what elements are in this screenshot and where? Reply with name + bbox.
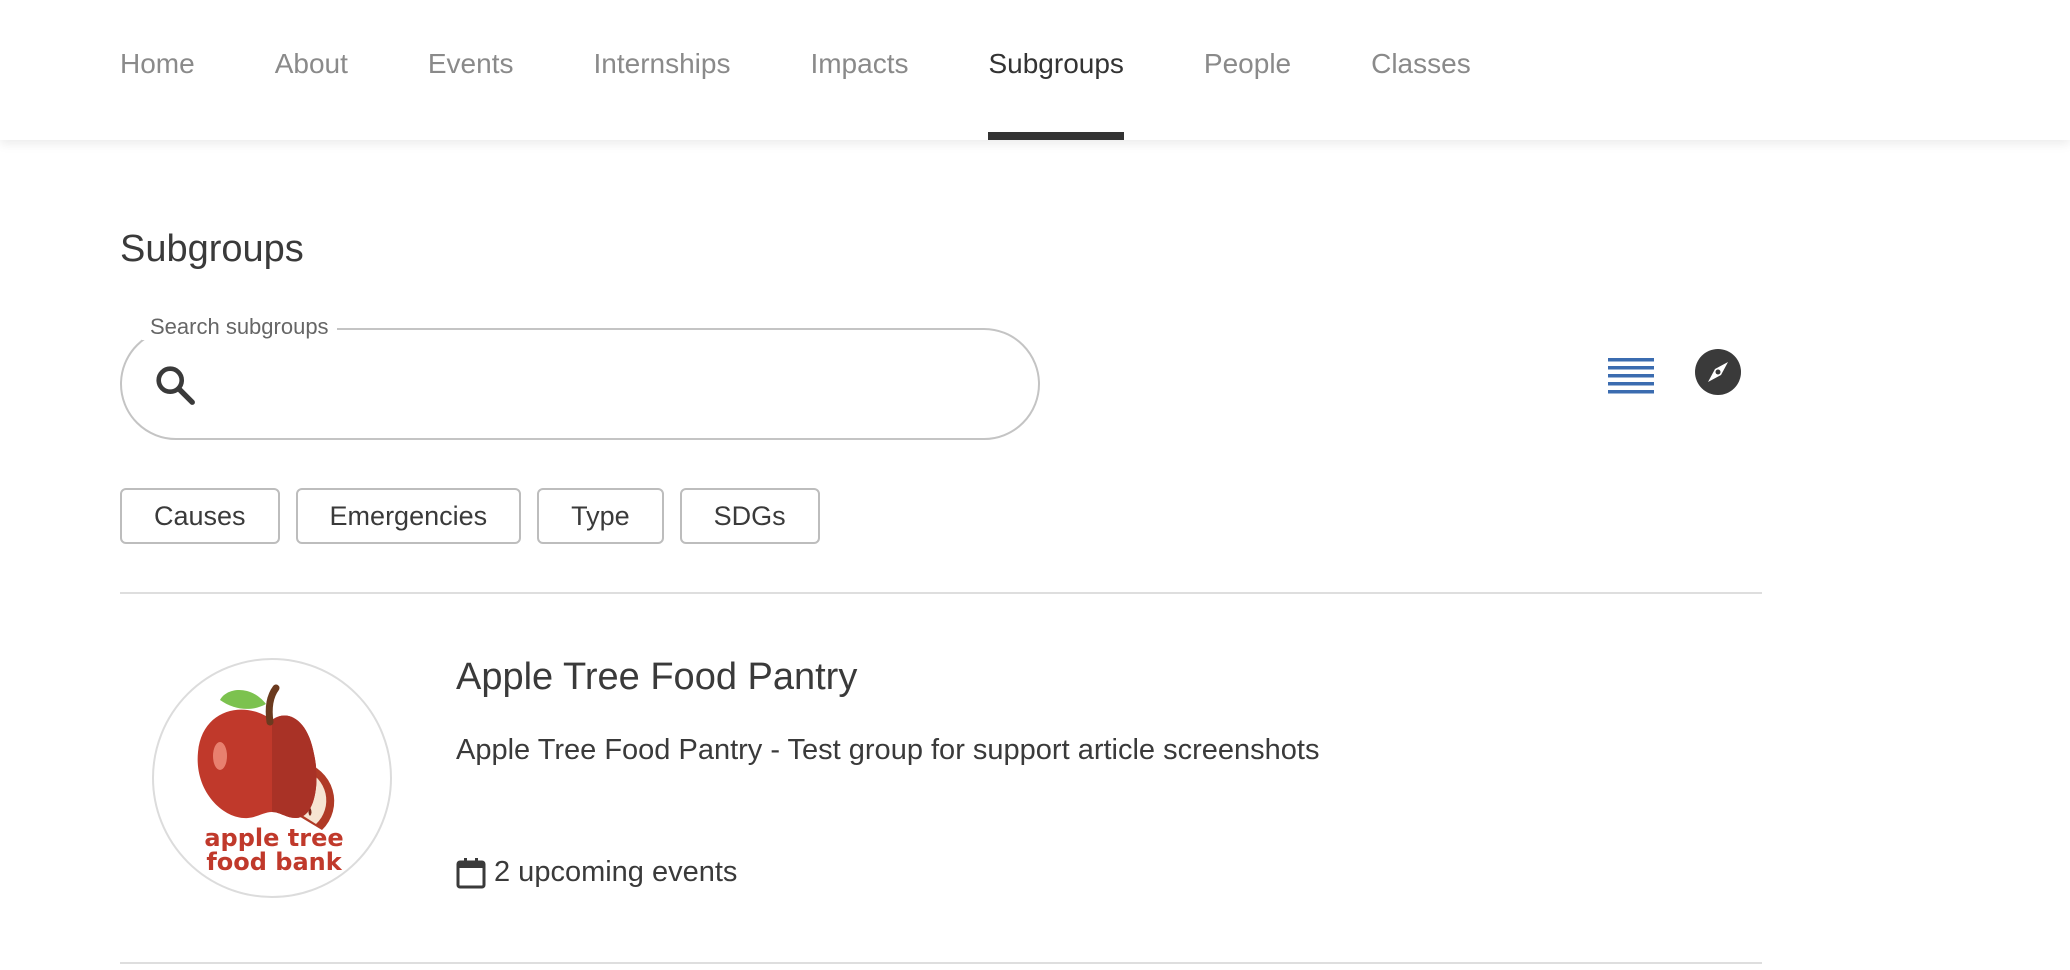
tab-people[interactable]: People	[1204, 0, 1291, 140]
top-navigation: Home About Events Internships Impacts Su…	[0, 0, 2070, 140]
filter-causes-button[interactable]: Causes	[120, 488, 280, 544]
tab-about[interactable]: About	[275, 0, 348, 140]
search-label: Search subgroups	[142, 314, 337, 340]
group-description: Apple Tree Food Pantry - Test group for …	[456, 734, 1320, 766]
group-upcoming-events: 2 upcoming events	[456, 856, 737, 889]
tab-internships[interactable]: Internships	[593, 0, 730, 140]
filter-sdgs-button[interactable]: SDGs	[679, 488, 820, 544]
svg-text:food bank: food bank	[206, 848, 342, 876]
group-logo: apple tree food bank	[152, 658, 392, 898]
search-input[interactable]	[222, 350, 1002, 420]
apple-logo-icon: apple tree food bank	[197, 684, 344, 876]
filter-type-button[interactable]: Type	[537, 488, 664, 544]
tab-impacts[interactable]: Impacts	[810, 0, 908, 140]
tab-home[interactable]: Home	[120, 0, 195, 140]
page-title: Subgroups	[120, 228, 304, 270]
calendar-icon	[456, 857, 486, 888]
events-count-label: 2 upcoming events	[494, 856, 738, 888]
nav-tabs: Home About Events Internships Impacts Su…	[120, 0, 1551, 140]
search-box[interactable]: Search subgroups	[120, 314, 1040, 440]
compass-icon[interactable]	[1694, 348, 1742, 396]
tab-classes[interactable]: Classes	[1371, 0, 1471, 140]
search-icon	[156, 366, 195, 405]
filter-bar: Causes Emergencies Type SDGs	[120, 488, 820, 544]
filter-emergencies-button[interactable]: Emergencies	[295, 488, 522, 544]
tab-subgroups[interactable]: Subgroups	[988, 0, 1125, 140]
group-name[interactable]: Apple Tree Food Pantry	[456, 656, 857, 699]
list-item[interactable]: apple tree food bank Apple Tree Food Pan…	[120, 594, 1762, 962]
tab-events[interactable]: Events	[428, 0, 514, 140]
list-view-icon[interactable]	[1608, 354, 1654, 394]
divider	[120, 962, 1762, 964]
